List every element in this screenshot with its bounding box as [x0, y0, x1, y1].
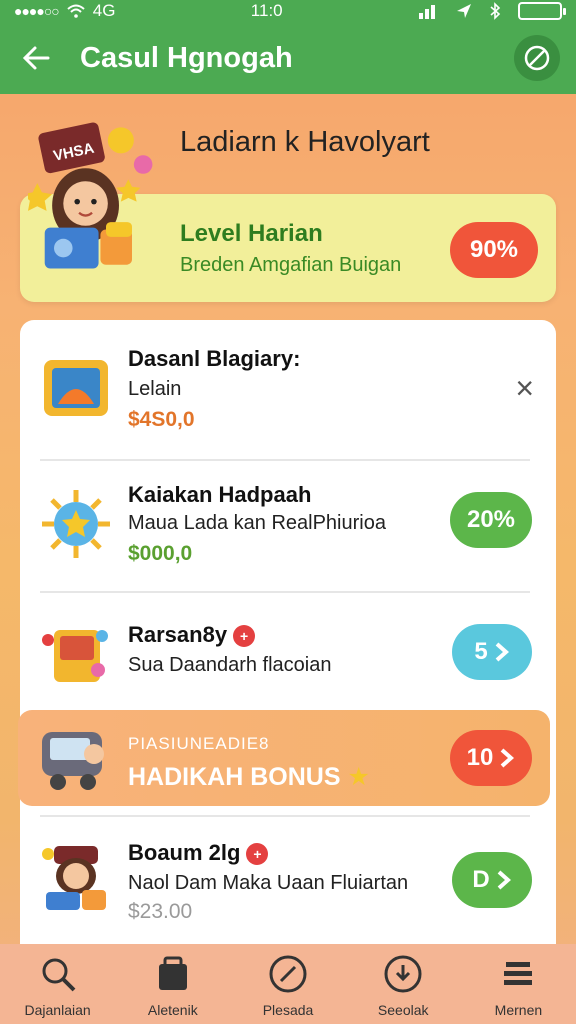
- nav-label: Aletenik: [147, 1002, 198, 1018]
- shop-icon: [158, 956, 187, 990]
- bottom-nav: Dajanlaian Aletenik Plesada Seeolak Mern…: [0, 944, 576, 1024]
- arcade-machine-icon: [42, 630, 108, 682]
- nav-label: Mernen: [494, 1002, 543, 1018]
- search-icon: [42, 958, 76, 992]
- status-time: 11:0: [250, 1, 283, 20]
- list-item[interactable]: Boaum 2lg + Naol Dam Maka Uaan Fluiartan …: [20, 816, 556, 960]
- nav-item-aletenik[interactable]: Aletenik: [115, 944, 230, 1024]
- item-desc: Lelain: [128, 378, 182, 400]
- signal-dots-icon: ●●●●○○: [14, 3, 60, 19]
- location-icon: [456, 4, 471, 18]
- go-button-label: D: [472, 866, 490, 893]
- star-icon: ★: [347, 763, 370, 791]
- menu-icon: [504, 962, 533, 985]
- nav-item-plesada[interactable]: Plesada: [230, 944, 345, 1024]
- item-price: $23.00: [128, 900, 193, 923]
- character-illustration: VHSA: [28, 122, 153, 269]
- download-circle-icon: [384, 955, 422, 993]
- level-title: Level Harian: [180, 220, 323, 247]
- chevron-right-icon: [501, 748, 515, 768]
- status-bar: ●●●●○○ 4G 11:0: [0, 0, 576, 22]
- list-item[interactable]: Rarsan8y + Sua Daandarh flacoian 5: [20, 592, 556, 710]
- bluetooth-icon: [490, 2, 501, 20]
- item-price: $000,0: [128, 542, 193, 565]
- settings-button[interactable]: [514, 35, 560, 81]
- nav-item-seeolak[interactable]: Seeolak: [346, 944, 461, 1024]
- item-name: Kaiakan Hadpaah: [128, 482, 312, 507]
- level-subtitle: Breden Amgafian Buigan: [180, 254, 402, 276]
- new-badge-icon: +: [233, 625, 256, 648]
- battery-icon: [517, 2, 566, 20]
- network-type: 4G: [92, 1, 116, 20]
- signal-bars-icon: [418, 5, 435, 19]
- item-name: Dasanl Blagiary:: [128, 346, 301, 371]
- item-desc: Sua Daandarh flacoian: [128, 654, 332, 676]
- nav-label: Seeolak: [377, 1002, 429, 1018]
- go-button[interactable]: 5: [452, 624, 532, 680]
- picture-frame-icon: [44, 360, 108, 416]
- list-item[interactable]: Kaiakan Hadpaah Maua Lada kan RealPhiuri…: [20, 460, 556, 592]
- app-title: Casul Hgnogah: [80, 41, 293, 74]
- nav-item-mernen[interactable]: Mernen: [461, 944, 576, 1024]
- level-percent-badge[interactable]: 90%: [450, 222, 538, 278]
- character-icon: [42, 846, 106, 910]
- item-desc: Naol Dam Maka Uaan Fluiartan: [128, 872, 409, 894]
- wifi-icon: [67, 4, 85, 18]
- item-price: $4S0,0: [128, 408, 195, 431]
- circle-slash-icon: [524, 45, 550, 71]
- slot-machine-icon: [42, 732, 104, 790]
- arrow-left-icon: [22, 46, 50, 70]
- chevron-right-icon: [497, 870, 511, 890]
- bonus-banner[interactable]: PIASIUNEADIE8 HADIKAH BONUS ★ 10: [18, 710, 550, 806]
- nav-label: Plesada: [262, 1002, 314, 1018]
- nav-label: Dajanlaian: [24, 1002, 91, 1018]
- item-name: Rarsan8y +: [128, 622, 256, 648]
- item-name: Boaum 2lg +: [128, 840, 269, 866]
- go-button[interactable]: D: [452, 852, 532, 908]
- list-item[interactable]: Dasanl Blagiary: Lelain $4S0,0 ×: [20, 320, 556, 460]
- edit-circle-icon: [269, 955, 307, 993]
- rewards-list: Dasanl Blagiary: Lelain $4S0,0 × Kaiakan…: [20, 320, 556, 960]
- chevron-right-icon: [495, 642, 509, 662]
- bonus-subtitle: PIASIUNEADIE8: [128, 734, 270, 753]
- bonus-go-label: 10: [466, 744, 494, 771]
- back-button[interactable]: [16, 38, 56, 78]
- progress-badge[interactable]: 20%: [450, 492, 532, 548]
- page-heading: Ladiarn k Havolyart: [180, 126, 430, 158]
- bonus-title: HADIKAH BONUS ★: [128, 763, 370, 791]
- new-badge-icon: +: [246, 843, 269, 866]
- close-icon[interactable]: ×: [515, 370, 534, 407]
- bonus-go-button[interactable]: 10: [450, 730, 532, 786]
- go-button-label: 5: [474, 638, 488, 665]
- sun-star-icon: [42, 490, 110, 558]
- app-bar: Casul Hgnogah: [0, 22, 576, 94]
- item-desc: Maua Lada kan RealPhiurioa: [128, 512, 386, 534]
- nav-item-dajanlaian[interactable]: Dajanlaian: [0, 944, 115, 1024]
